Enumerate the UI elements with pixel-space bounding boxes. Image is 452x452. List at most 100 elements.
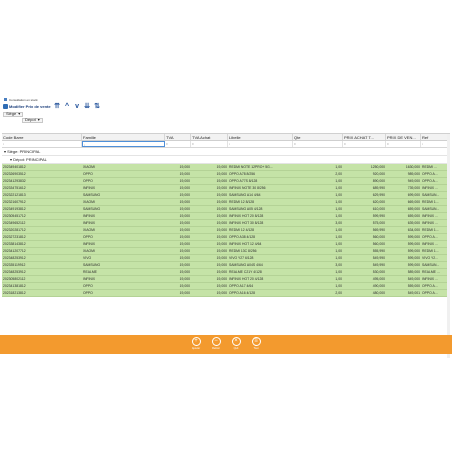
- cell-ref: SAMSUN...: [422, 193, 440, 197]
- select-all-icon: ≡: [251, 337, 261, 346]
- quit-button[interactable]: × Quit: [228, 337, 244, 350]
- col-qte[interactable]: Qte: [293, 134, 343, 140]
- down-icon[interactable]: v: [74, 103, 81, 110]
- col-tva[interactable]: TVA: [165, 134, 191, 140]
- cell-famille: XIAOMI: [83, 200, 95, 204]
- cell-prix-achat: 569,990: [372, 228, 385, 232]
- table-row[interactable]: 202349193812 SAMSUNG 19,000 19,000 SAMSUNG A…: [2, 206, 450, 213]
- group-depot[interactable]: ▾ Dépot: PRINCIPAL: [2, 156, 450, 164]
- double-down-icon[interactable]: ⇊: [84, 103, 91, 110]
- cell-ref: INFINIX ...: [422, 186, 438, 190]
- table-row[interactable]: 202341293832 OPPO 19,000 19,000 OPPO A77S 8/…: [2, 178, 450, 185]
- cell-code-barre: 202349401812: [3, 165, 26, 169]
- table-row[interactable]: 202349652112 INFINIX 19,000 19,000 INFINIX H…: [2, 220, 450, 227]
- vertical-scrollbar[interactable]: [447, 134, 450, 358]
- cell-code-barre: 202335119912: [3, 263, 26, 267]
- sort-icon[interactable]: ⇅: [94, 103, 101, 110]
- cell-qte: 1,00: [335, 256, 342, 260]
- cell-libelle: REDMI NOTE 12PRO+ 5G...: [229, 165, 273, 169]
- table-row[interactable]: 202305451712 INFINIX 19,000 19,000 INFINIX H…: [2, 213, 450, 220]
- filter-qte[interactable]: =: [293, 141, 343, 147]
- filter-ref[interactable]: ▫: [421, 141, 450, 147]
- window-title: Consultation en stock: [9, 97, 38, 102]
- remove-button[interactable]: − Retirer: [208, 337, 224, 350]
- table-row[interactable]: 202335119912 SAMSUNG 19,000 19,000 SAMSUNG A…: [2, 262, 450, 269]
- cell-tva-achat: 19,000: [216, 193, 227, 197]
- filter-tva[interactable]: =: [165, 141, 191, 147]
- table-row[interactable]: 202322121813 SAMSUNG 19,000 19,000 SAMSUNG A…: [2, 192, 450, 199]
- filter-libelle[interactable]: ▫: [228, 141, 293, 147]
- cell-prix-achat: 1250,000: [370, 165, 385, 169]
- cell-famille: OPPO: [83, 284, 93, 288]
- cell-code-barre: 202322121813: [3, 193, 26, 197]
- col-code-barre[interactable]: Code Barre: [2, 134, 82, 140]
- col-famille[interactable]: Famille: [82, 134, 165, 140]
- cell-ref: SAMSUN...: [422, 207, 440, 211]
- cell-tva: 19,000: [179, 193, 190, 197]
- table-row[interactable]: 202334751612 INFINIX 19,000 19,000 INFINIX N…: [2, 185, 450, 192]
- cell-libelle: INFINIX NOTE 30 8/256: [229, 186, 266, 190]
- table-row[interactable]: 202349401812 XIAOMI 19,000 19,000 REDMI NOTE…: [2, 164, 450, 171]
- toolbar: Modifier Prix de vente ⇈ ^ v ⇊ ⇅: [2, 102, 450, 111]
- cell-prix-vente: 639,000: [407, 221, 420, 225]
- minus-icon: −: [211, 337, 221, 346]
- filter-prix-vente[interactable]: =: [386, 141, 421, 147]
- cell-code-barre: 202348253912: [3, 256, 26, 260]
- up-icon[interactable]: ^: [64, 103, 71, 110]
- cell-qte: 1,00: [335, 214, 342, 218]
- cell-prix-vente: 634,000: [407, 228, 420, 232]
- filter-prix-achat[interactable]: =: [343, 141, 386, 147]
- cell-libelle: INFINIX HOT 12 4/64: [229, 242, 262, 246]
- col-libelle[interactable]: Libelle: [228, 134, 293, 140]
- group-siege[interactable]: ▾ Siège: PRINCIPAL: [2, 148, 450, 156]
- all-button[interactable]: ≡ Tout: [248, 337, 264, 350]
- siege-chip[interactable]: Siège ▾: [3, 111, 24, 117]
- cell-code-barre: 202320281712: [3, 228, 26, 232]
- col-ref[interactable]: Ref: [421, 134, 450, 140]
- cell-prix-achat: 575,000: [372, 221, 385, 225]
- col-tva-achat[interactable]: TVA Achat: [191, 134, 228, 140]
- cell-tva: 19,000: [179, 214, 190, 218]
- depot-chip[interactable]: Dépot ▾: [22, 117, 43, 123]
- cell-libelle: OPPO A17 4/64: [229, 284, 254, 288]
- cell-famille: INFINIX: [83, 221, 96, 225]
- double-up-icon[interactable]: ⇈: [54, 103, 61, 110]
- cell-ref: REALME ...: [422, 270, 440, 274]
- plus-icon: +: [191, 337, 201, 346]
- table-row[interactable]: 202341207712 XIAOMI 19,000 19,000 REDMI 13C …: [2, 248, 450, 255]
- col-prix-achat[interactable]: PRIX ACHAT T...: [343, 134, 386, 140]
- cell-prix-vente: 559,000: [407, 284, 420, 288]
- table-row[interactable]: 202341381812 OPPO 19,000 19,000 OPPO A17 4/6…: [2, 283, 450, 290]
- table-row[interactable]: 202320281712 XIAOMI 19,000 19,000 REDMI 12 4…: [2, 227, 450, 234]
- cell-libelle: REDMI 12 4/128: [229, 228, 255, 232]
- col-prix-vente[interactable]: PRIX DE VEN...: [386, 134, 421, 140]
- cell-code-barre: 202349652112: [3, 221, 26, 225]
- cell-famille: SAMSUNG: [83, 207, 101, 211]
- cell-prix-vente: 659,000: [407, 207, 420, 211]
- cell-tva: 19,000: [179, 200, 190, 204]
- cell-tva-achat: 19,000: [216, 172, 227, 176]
- table-row[interactable]: 202348253912 VIVO 19,000 19,000 VIVO Y27 6/1…: [2, 255, 450, 262]
- table-row[interactable]: 202348253912 REALME 19,000 19,000 REALME C21…: [2, 269, 450, 276]
- stock-grid: Code Barre Famille TVA TVA Achat Libelle…: [2, 133, 450, 358]
- table-row[interactable]: 202321607912 XIAOMI 19,000 19,000 REDMI 12 8…: [2, 199, 450, 206]
- cell-prix-vente: 599,000: [407, 256, 420, 260]
- cell-libelle: OPPO A38 4/128: [229, 235, 256, 239]
- cell-code-barre: 202321607912: [3, 200, 26, 204]
- cell-qte: 1,00: [335, 228, 342, 232]
- table-row[interactable]: 202338143812 INFINIX 19,000 19,000 INFINIX H…: [2, 241, 450, 248]
- quit-label: Quit: [233, 347, 239, 350]
- table-row[interactable]: 202326903512 OPPO 19,000 19,000 OPPO A78 8/2…: [2, 171, 450, 178]
- cell-famille: INFINIX: [83, 214, 96, 218]
- table-row[interactable]: 202305802112 INFINIX 19,000 19,000 INFINIX H…: [2, 276, 450, 283]
- filter-tva-achat[interactable]: =: [191, 141, 228, 147]
- cell-ref: INFINIX ...: [422, 214, 438, 218]
- cell-tva-achat: 19,000: [216, 165, 227, 169]
- add-button[interactable]: + Ajouter: [188, 337, 204, 350]
- filter-famille[interactable]: ▫: [82, 141, 165, 147]
- filter-code-barre[interactable]: ▫: [2, 141, 82, 147]
- cell-qte: 1,00: [335, 235, 342, 239]
- table-row[interactable]: 202318213812 OPPO 19,000 19,000 OPPO A16 4/1…: [2, 290, 450, 297]
- modify-price-button[interactable]: Modifier Prix de vente: [3, 104, 51, 109]
- table-row[interactable]: 202327231812 OPPO 19,000 19,000 OPPO A38 4/1…: [2, 234, 450, 241]
